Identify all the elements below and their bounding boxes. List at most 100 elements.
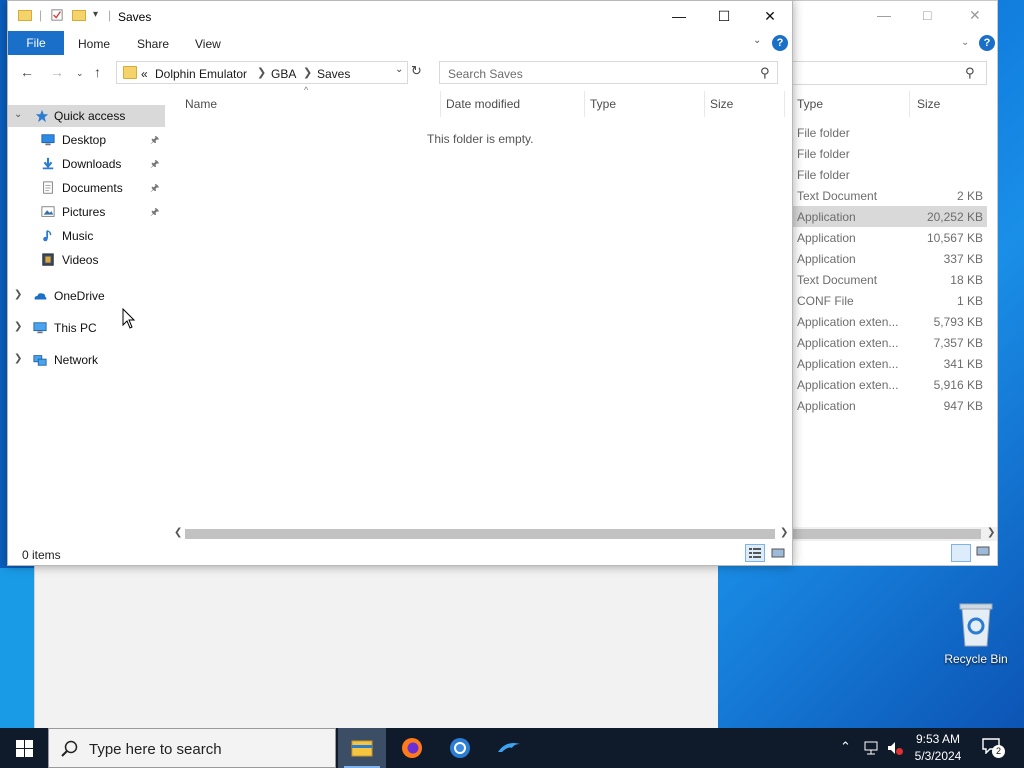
col-separator[interactable] bbox=[440, 91, 441, 117]
scroll-thumb[interactable] bbox=[185, 529, 775, 539]
taskbar-firefox[interactable] bbox=[388, 728, 436, 768]
ribbon-expand-icon[interactable]: ⌄ bbox=[753, 35, 761, 46]
scroll-right-icon[interactable]: ❯ bbox=[780, 527, 788, 538]
start-button[interactable] bbox=[0, 728, 48, 768]
breadcrumb-gba[interactable]: GBA bbox=[271, 67, 296, 81]
nav-item-network[interactable]: ❯ Network bbox=[8, 349, 165, 371]
col-date-modified[interactable]: Date modified bbox=[446, 97, 520, 111]
horizontal-scrollbar[interactable]: ❮ ❯ bbox=[171, 527, 791, 541]
bg-scroll-right-icon[interactable]: ❯ bbox=[987, 527, 995, 538]
new-folder-icon[interactable] bbox=[72, 9, 86, 21]
notification-center[interactable]: 2 bbox=[982, 738, 1005, 758]
bg-table-row[interactable]: CONF File 1 KB bbox=[793, 290, 987, 311]
refresh-icon[interactable]: ↻ bbox=[411, 63, 422, 79]
bg-table-row[interactable]: File folder bbox=[793, 122, 987, 143]
bg-table-row[interactable]: Text Document 18 KB bbox=[793, 269, 987, 290]
bg-close-icon[interactable]: ✕ bbox=[969, 7, 981, 24]
bg-table-row[interactable]: Application exten... 5,916 KB bbox=[793, 374, 987, 395]
nav-item-documents[interactable]: Documents 🖈 bbox=[8, 177, 165, 199]
background-explorer-window[interactable]: — □ ✕ ⌄ ? ⚲ Type Size File folder File fo… bbox=[792, 0, 998, 566]
breadcrumb-saves[interactable]: Saves bbox=[317, 67, 350, 81]
volume-muted-icon[interactable] bbox=[886, 740, 904, 756]
bg-col-type[interactable]: Type bbox=[797, 97, 823, 111]
nav-item-pictures[interactable]: Pictures 🖈 bbox=[8, 201, 165, 223]
bg-search-box[interactable]: ⚲ bbox=[793, 61, 987, 85]
scroll-left-icon[interactable]: ❮ bbox=[174, 527, 182, 538]
breadcrumb-dolphin-emulator[interactable]: Dolphin Emulator bbox=[155, 67, 247, 81]
forward-arrow-icon[interactable]: → bbox=[50, 64, 64, 80]
pin-icon[interactable]: 🖈 bbox=[150, 205, 159, 222]
maximize-icon[interactable]: ☐ bbox=[701, 1, 747, 31]
expand-chevron-icon[interactable]: ❯ bbox=[14, 321, 22, 332]
address-dropdown-icon[interactable]: ⌄ bbox=[395, 64, 403, 75]
col-size[interactable]: Size bbox=[710, 97, 733, 111]
col-separator[interactable] bbox=[584, 91, 585, 117]
back-arrow-icon[interactable]: ← bbox=[20, 64, 34, 80]
tab-home[interactable]: Home bbox=[78, 37, 110, 51]
taskbar-dolphin[interactable] bbox=[486, 728, 534, 768]
up-arrow-icon[interactable]: ↑ bbox=[94, 64, 101, 80]
bg-scroll-thumb[interactable] bbox=[793, 529, 981, 539]
help-icon[interactable]: ? bbox=[772, 35, 788, 51]
recent-locations-icon[interactable]: ⌄ bbox=[76, 68, 84, 79]
col-separator[interactable] bbox=[784, 91, 785, 117]
search-icon[interactable]: ⚲ bbox=[760, 65, 770, 81]
bg-table-row[interactable]: Application 20,252 KB bbox=[793, 206, 987, 227]
large-icons-view-icon[interactable] bbox=[768, 544, 788, 562]
address-bar[interactable]: « Dolphin Emulator ❯ GBA ❯ Saves bbox=[116, 61, 408, 84]
bg-minimize-icon[interactable]: — bbox=[877, 7, 891, 23]
bg-large-icons-view-icon[interactable] bbox=[975, 544, 993, 562]
pin-icon[interactable]: 🖈 bbox=[150, 133, 159, 150]
titlebar[interactable]: | ▾ | Saves — ☐ ✕ bbox=[8, 1, 792, 31]
customize-quick-access-icon[interactable]: ▾ bbox=[93, 9, 98, 20]
properties-icon[interactable] bbox=[50, 9, 64, 21]
nav-item-onedrive[interactable]: ❯ OneDrive bbox=[8, 285, 165, 307]
expand-chevron-icon[interactable]: ❯ bbox=[14, 289, 22, 300]
nav-quick-access[interactable]: ⌄ Quick access bbox=[8, 105, 165, 127]
expand-chevron-icon[interactable]: ❯ bbox=[14, 353, 22, 364]
minimize-icon[interactable]: — bbox=[656, 1, 702, 31]
bg-table-row[interactable]: Application 337 KB bbox=[793, 248, 987, 269]
tab-view[interactable]: View bbox=[195, 37, 221, 51]
clock-date[interactable]: 5/3/2024 bbox=[906, 749, 970, 763]
tab-share[interactable]: Share bbox=[137, 37, 169, 51]
nav-item-this-pc[interactable]: ❯ This PC bbox=[8, 317, 165, 339]
col-separator[interactable] bbox=[704, 91, 705, 117]
search-input[interactable]: Search Saves bbox=[448, 67, 523, 81]
breadcrumb-chevron-icon[interactable]: ❯ bbox=[303, 66, 312, 79]
taskbar-search-input[interactable]: Type here to search bbox=[89, 741, 222, 758]
bg-table-row[interactable]: File folder bbox=[793, 164, 987, 185]
breadcrumb-overflow[interactable]: « bbox=[141, 67, 148, 81]
explorer-window[interactable]: | ▾ | Saves — ☐ ✕ File Home Share View ⌄… bbox=[7, 0, 793, 566]
taskbar-search-box[interactable]: Type here to search bbox=[48, 728, 336, 768]
nav-item-videos[interactable]: Videos bbox=[8, 249, 165, 271]
details-view-icon[interactable] bbox=[745, 544, 765, 562]
breadcrumb-chevron-icon[interactable]: ❯ bbox=[257, 66, 266, 79]
tab-file[interactable]: File bbox=[8, 31, 64, 55]
bg-table-row[interactable]: File folder bbox=[793, 143, 987, 164]
col-name[interactable]: Name bbox=[185, 97, 217, 111]
pin-icon[interactable]: 🖈 bbox=[150, 157, 159, 174]
bg-horizontal-scrollbar[interactable]: ❯ bbox=[793, 527, 997, 541]
recycle-bin[interactable]: Recycle Bin bbox=[940, 600, 1012, 672]
clock-time[interactable]: 9:53 AM bbox=[906, 732, 970, 746]
bg-table-row[interactable]: Application exten... 5,793 KB bbox=[793, 311, 987, 332]
pin-icon[interactable]: 🖈 bbox=[150, 181, 159, 198]
network-status-icon[interactable] bbox=[862, 740, 880, 756]
taskbar-chrome[interactable] bbox=[436, 728, 484, 768]
collapse-chevron-icon[interactable]: ⌄ bbox=[14, 109, 22, 120]
taskbar-file-explorer[interactable] bbox=[338, 728, 386, 768]
bg-table-row[interactable]: Application exten... 341 KB bbox=[793, 353, 987, 374]
col-type[interactable]: Type bbox=[590, 97, 616, 111]
nav-item-downloads[interactable]: Downloads 🖈 bbox=[8, 153, 165, 175]
bg-table-row[interactable]: Application 10,567 KB bbox=[793, 227, 987, 248]
bg-col-size[interactable]: Size bbox=[917, 97, 940, 111]
nav-item-music[interactable]: Music bbox=[8, 225, 165, 247]
search-box[interactable]: Search Saves ⚲ bbox=[439, 61, 778, 84]
show-hidden-icons-icon[interactable]: ⌃ bbox=[840, 739, 851, 755]
bg-table-row[interactable]: Application 947 KB bbox=[793, 395, 987, 416]
bg-maximize-icon[interactable]: □ bbox=[923, 7, 931, 23]
close-icon[interactable]: ✕ bbox=[747, 1, 793, 31]
nav-item-desktop[interactable]: Desktop 🖈 bbox=[8, 129, 165, 151]
bg-table-row[interactable]: Text Document 2 KB bbox=[793, 185, 987, 206]
